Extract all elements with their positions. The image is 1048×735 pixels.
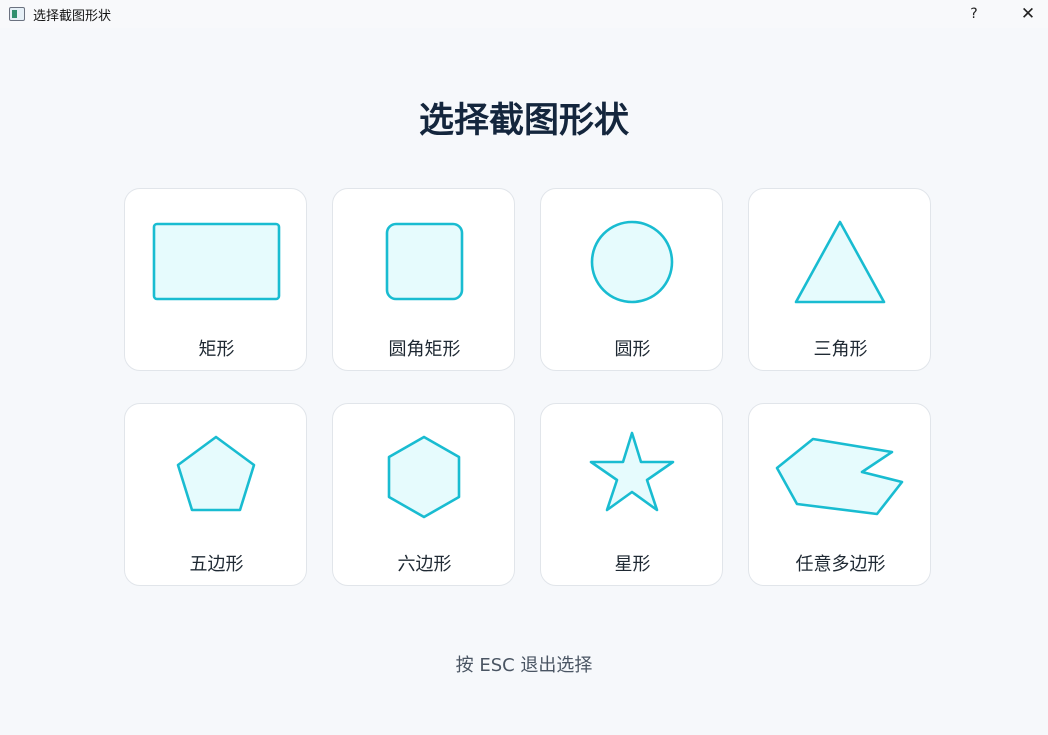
shape-card-circle[interactable]: 圆形 <box>540 188 723 371</box>
shape-label: 星形 <box>614 554 651 575</box>
rectangle-shape-icon <box>152 222 281 301</box>
shape-label: 五边形 <box>189 554 244 575</box>
app-icon <box>9 7 25 21</box>
page-title: 选择截图形状 <box>418 101 629 141</box>
shape-label: 任意多边形 <box>795 554 886 575</box>
close-button[interactable]: ✕ <box>1008 0 1048 28</box>
window-title: 选择截图形状 <box>33 8 112 24</box>
polygon-shape-icon <box>775 437 904 516</box>
shape-card-hexagon[interactable]: 六边形 <box>332 403 515 586</box>
shape-label: 六边形 <box>397 554 452 575</box>
shape-card-rect[interactable]: 矩形 <box>124 188 307 371</box>
shape-card-triangle[interactable]: 三角形 <box>748 188 931 371</box>
shape-card-pentagon[interactable]: 五边形 <box>124 403 307 586</box>
esc-hint: 按 ESC 退出选择 <box>455 655 593 676</box>
title-bar: 选择截图形状 ? ✕ <box>0 0 1048 28</box>
shape-grid: 矩形 圆角矩形 圆形 三角形 五边形 六边形 星形 任意多边形 <box>124 188 932 586</box>
shape-card-polygon[interactable]: 任意多边形 <box>748 403 931 586</box>
shape-label: 圆形 <box>614 339 651 360</box>
hexagon-shape-icon <box>387 435 461 519</box>
shape-card-rounded-rect[interactable]: 圆角矩形 <box>332 188 515 371</box>
pentagon-shape-icon <box>176 435 256 512</box>
shape-card-star[interactable]: 星形 <box>540 403 723 586</box>
triangle-shape-icon <box>794 220 886 304</box>
shape-label: 圆角矩形 <box>388 339 461 360</box>
shape-label: 三角形 <box>813 339 868 360</box>
shape-label: 矩形 <box>198 339 235 360</box>
rounded-rectangle-shape-icon <box>385 222 464 301</box>
circle-shape-icon <box>590 220 674 304</box>
star-shape-icon <box>589 431 675 512</box>
help-button[interactable]: ? <box>954 0 994 28</box>
